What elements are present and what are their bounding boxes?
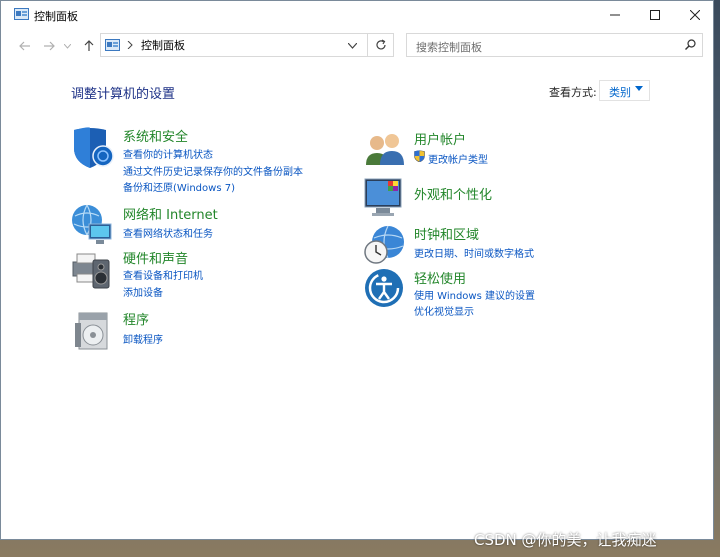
- change-account-type-link[interactable]: 更改帐户类型: [428, 151, 488, 166]
- maximize-button[interactable]: [635, 1, 675, 29]
- window-title: 控制面板: [34, 10, 78, 23]
- arrow-right-icon: [44, 41, 55, 51]
- ease-of-access-icon[interactable]: [364, 268, 406, 310]
- user-accounts-title[interactable]: 用户帐户: [414, 129, 466, 148]
- view-by-dropdown[interactable]: 类别: [599, 80, 650, 101]
- add-device-link[interactable]: 添加设备: [123, 284, 163, 299]
- clock-globe-icon[interactable]: [364, 224, 406, 266]
- network-title[interactable]: 网络和 Internet: [123, 204, 218, 223]
- view-network-status-link[interactable]: 查看网络状态和任务: [123, 225, 213, 240]
- file-history-backup-link[interactable]: 通过文件历史记录保存你的文件备份副本: [123, 163, 303, 178]
- refresh-button[interactable]: [368, 33, 394, 57]
- system-security-title[interactable]: 系统和安全: [123, 126, 188, 145]
- address-dropdown-icon[interactable]: [348, 43, 357, 49]
- search-box[interactable]: 搜索控制面板: [406, 33, 703, 57]
- backup-restore-link[interactable]: 备份和还原(Windows 7): [123, 179, 235, 194]
- view-by-label: 查看方式:: [549, 86, 597, 99]
- change-date-time-format-link[interactable]: 更改日期、时间或数字格式: [414, 245, 534, 260]
- up-button[interactable]: [80, 38, 98, 54]
- arrow-left-icon: [19, 41, 30, 51]
- network-globe-icon[interactable]: [71, 204, 113, 246]
- forward-button[interactable]: [40, 38, 58, 54]
- printer-speaker-icon[interactable]: [71, 248, 113, 290]
- recommended-settings-link[interactable]: 使用 Windows 建议的设置: [414, 287, 535, 302]
- programs-disc-icon[interactable]: [73, 309, 115, 351]
- users-icon[interactable]: [364, 129, 406, 171]
- search-input[interactable]: 搜索控制面板: [416, 39, 482, 55]
- clock-region-title[interactable]: 时钟和区域: [414, 224, 479, 243]
- search-button[interactable]: [685, 39, 696, 53]
- close-button[interactable]: [675, 1, 715, 29]
- refresh-icon: [375, 39, 386, 50]
- page-title: 调整计算机的设置: [71, 87, 176, 102]
- hardware-title[interactable]: 硬件和声音: [123, 248, 188, 267]
- control-panel-icon: [14, 8, 29, 20]
- view-computer-status-link[interactable]: 查看你的计算机状态: [123, 146, 213, 161]
- breadcrumb-control-panel[interactable]: 控制面板: [141, 37, 185, 53]
- control-panel-window: 控制面板 控制面板 搜索控制面板 调整计算机的设置 查看方式: 类别 系统和安全…: [0, 0, 714, 540]
- maximize-icon: [650, 10, 660, 20]
- devices-printers-link[interactable]: 查看设备和打印机: [123, 267, 203, 282]
- uac-shield-icon: [414, 150, 425, 162]
- control-panel-location-icon: [105, 39, 120, 51]
- ease-of-access-title[interactable]: 轻松使用: [414, 268, 466, 287]
- uninstall-program-link[interactable]: 卸载程序: [123, 331, 163, 346]
- appearance-title[interactable]: 外观和个性化: [414, 184, 492, 203]
- close-icon: [690, 10, 700, 20]
- minimize-icon: [610, 14, 620, 16]
- recent-locations-button[interactable]: [61, 38, 73, 54]
- security-shield-icon[interactable]: [72, 126, 114, 168]
- title-bar: 控制面板: [1, 1, 713, 29]
- programs-title[interactable]: 程序: [123, 309, 149, 328]
- chevron-down-icon: [63, 43, 71, 49]
- watermark-text: CSDN @你的美，让我痴迷: [474, 531, 657, 549]
- search-icon: [685, 39, 696, 50]
- back-button[interactable]: [16, 38, 34, 54]
- dropdown-arrow-icon: [635, 86, 643, 91]
- breadcrumb-separator-icon[interactable]: [127, 41, 133, 49]
- optimize-visual-display-link[interactable]: 优化视觉显示: [414, 303, 474, 318]
- minimize-button[interactable]: [595, 1, 635, 29]
- monitor-palette-icon[interactable]: [364, 177, 406, 219]
- address-bar[interactable]: 控制面板: [100, 33, 368, 57]
- arrow-up-icon: [84, 40, 94, 51]
- view-by-value: 类别: [609, 86, 631, 99]
